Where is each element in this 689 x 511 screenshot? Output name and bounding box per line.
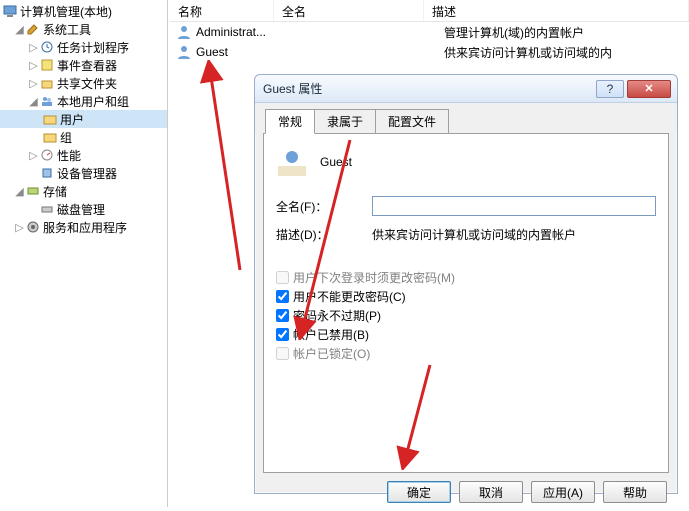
tab-body: Guest 全名(F)： 描述(D)： 供来宾访问计算机或访问域的内置帐户 用户…	[263, 133, 669, 473]
cell-desc: 管理计算机(域)的内置帐户	[444, 24, 689, 41]
tree-eventviewer[interactable]: ▷ 事件查看器	[0, 56, 167, 74]
expand-icon[interactable]: ▷	[28, 59, 39, 72]
help-button[interactable]: 帮助	[603, 481, 667, 503]
perf-icon	[39, 147, 55, 163]
folder-icon	[42, 129, 58, 145]
tree-users[interactable]: 用户	[0, 110, 167, 128]
device-icon	[39, 165, 55, 181]
tree-diskmgmt[interactable]: 磁盘管理	[0, 200, 167, 218]
check-mustchange: 用户下次登录时须更改密码(M)	[276, 269, 656, 286]
collapse-icon[interactable]: ◢	[14, 185, 25, 198]
check-locked: 帐户已锁定(O)	[276, 345, 656, 362]
tree-label: 服务和应用程序	[43, 219, 127, 236]
computer-icon	[2, 3, 18, 19]
col-full[interactable]: 全名	[274, 0, 424, 21]
tree-devmgr[interactable]: 设备管理器	[0, 164, 167, 182]
description-label: 描述(D)：	[276, 226, 372, 243]
tab-profile[interactable]: 配置文件	[375, 109, 449, 134]
fullname-label: 全名(F)：	[276, 198, 372, 215]
cell-name: Guest	[196, 45, 294, 59]
tree-tasksched[interactable]: ▷ 任务计划程序	[0, 38, 167, 56]
tab-memberof[interactable]: 隶属于	[314, 109, 376, 134]
tree-systools[interactable]: ◢ 系统工具	[0, 20, 167, 38]
titlebar[interactable]: Guest 属性 ? ✕	[255, 75, 677, 103]
list-row[interactable]: Guest 供来宾访问计算机或访问域的内	[170, 42, 689, 62]
cell-name: Administrat...	[196, 25, 294, 39]
cell-desc: 供来宾访问计算机或访问域的内	[444, 44, 689, 61]
expand-icon[interactable]: ▷	[28, 149, 39, 162]
tree-label: 任务计划程序	[57, 39, 129, 56]
users-icon	[39, 93, 55, 109]
expand-icon[interactable]: ▷	[28, 77, 39, 90]
share-icon	[39, 75, 55, 91]
tree-label: 事件查看器	[57, 57, 117, 74]
log-icon	[39, 57, 55, 73]
list-header: 名称 全名 描述	[170, 0, 689, 22]
tree-label: 系统工具	[43, 21, 91, 38]
tab-general[interactable]: 常规	[265, 109, 315, 134]
tree-label: 用户	[60, 111, 84, 128]
tree-root[interactable]: 计算机管理(本地)	[0, 2, 167, 20]
nav-tree: 计算机管理(本地) ◢ 系统工具 ▷ 任务计划程序 ▷ 事件查看器 ▷ 共享文件夹 ◢ 本…	[0, 0, 168, 507]
disk-icon	[39, 201, 55, 217]
cancel-button[interactable]: 取消	[459, 481, 523, 503]
apply-button[interactable]: 应用(A)	[531, 481, 595, 503]
description-value: 供来宾访问计算机或访问域的内置帐户	[372, 226, 656, 243]
tab-strip: 常规 隶属于 配置文件	[255, 103, 677, 134]
tree-label: 组	[60, 129, 72, 146]
check-neverexpire[interactable]: 密码永不过期(P)	[276, 307, 656, 324]
ok-button[interactable]: 确定	[387, 481, 451, 503]
clock-icon	[39, 39, 55, 55]
tree-label: 存储	[43, 183, 67, 200]
tree-sharedfolders[interactable]: ▷ 共享文件夹	[0, 74, 167, 92]
tree-label: 共享文件夹	[57, 75, 117, 92]
expand-icon[interactable]: ▷	[14, 221, 25, 234]
expand-icon[interactable]: ▷	[28, 41, 39, 54]
tree-perf[interactable]: ▷ 性能	[0, 146, 167, 164]
properties-dialog: Guest 属性 ? ✕ 常规 隶属于 配置文件 Guest 全名(F)： 描述…	[254, 74, 678, 494]
username-label: Guest	[320, 155, 352, 169]
tree-storage[interactable]: ◢ 存储	[0, 182, 167, 200]
user-icon	[176, 24, 192, 40]
close-button[interactable]: ✕	[627, 80, 671, 98]
tree-label: 计算机管理(本地)	[20, 3, 112, 20]
collapse-icon[interactable]: ◢	[28, 95, 39, 108]
user-icon	[176, 44, 192, 60]
tree-label: 设备管理器	[57, 165, 117, 182]
col-desc[interactable]: 描述	[424, 0, 689, 21]
check-disabled[interactable]: 帐户已禁用(B)	[276, 326, 656, 343]
fullname-input[interactable]	[372, 196, 656, 216]
help-button[interactable]: ?	[596, 80, 624, 98]
tree-label: 磁盘管理	[57, 201, 105, 218]
services-icon	[25, 219, 41, 235]
dialog-title: Guest 属性	[261, 80, 593, 97]
col-name[interactable]: 名称	[170, 0, 274, 21]
collapse-icon[interactable]: ◢	[14, 23, 25, 36]
tree-label: 本地用户和组	[57, 93, 129, 110]
tree-groups[interactable]: 组	[0, 128, 167, 146]
tree-label: 性能	[57, 147, 81, 164]
check-cannotchange[interactable]: 用户不能更改密码(C)	[276, 288, 656, 305]
folder-icon	[42, 111, 58, 127]
list-row[interactable]: Administrat... 管理计算机(域)的内置帐户	[170, 22, 689, 42]
tree-localusers[interactable]: ◢ 本地用户和组	[0, 92, 167, 110]
tools-icon	[25, 21, 41, 37]
user-avatar-icon	[276, 146, 308, 178]
storage-icon	[25, 183, 41, 199]
tree-servapps[interactable]: ▷ 服务和应用程序	[0, 218, 167, 236]
